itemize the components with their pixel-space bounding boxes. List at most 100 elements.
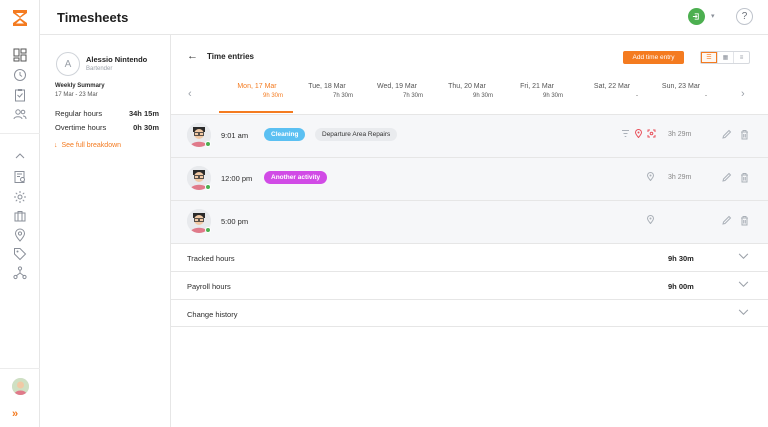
online-status-icon	[205, 227, 211, 233]
time-entry-row[interactable]: 12:00 pm Another activity 3h 29m	[171, 157, 768, 200]
add-time-entry-button[interactable]: Add time entry	[623, 51, 684, 64]
entry-time: 9:01 am	[221, 131, 249, 140]
chevron-down-icon[interactable]	[738, 309, 749, 318]
day-tab[interactable]: Tue, 18 Mar 7h 30m	[292, 83, 362, 99]
help-button[interactable]: ?	[736, 8, 753, 25]
location-icon[interactable]	[12, 227, 28, 243]
next-week-icon[interactable]: ›	[741, 88, 745, 100]
arrow-down-icon: ↓	[54, 142, 58, 149]
day-label: Mon, 17 Mar	[237, 83, 277, 90]
payroll-hours-label: Payroll hours	[187, 282, 231, 291]
day-label: Sun, 23 Mar	[661, 83, 701, 90]
day-tab[interactable]: Mon, 17 Mar 9h 30m	[222, 83, 292, 99]
day-hours: 9h 30m	[472, 93, 493, 99]
rail-divider	[0, 133, 40, 134]
day-tab[interactable]: Thu, 20 Mar 9h 30m	[432, 83, 502, 99]
payroll-hours-value: 9h 00m	[668, 282, 694, 291]
edit-icon[interactable]	[720, 171, 732, 183]
people-icon[interactable]	[12, 106, 28, 122]
clock-icon[interactable]	[12, 67, 28, 83]
filter-icon	[621, 129, 630, 138]
day-label: Sat, 22 Mar	[593, 83, 631, 90]
briefcase-icon[interactable]	[12, 208, 28, 224]
location-pin-icon	[646, 172, 655, 181]
change-history-section[interactable]: Change history	[171, 299, 768, 327]
expand-rail-button[interactable]: »	[12, 408, 18, 420]
previous-week-icon[interactable]: ‹	[188, 88, 192, 100]
trash-icon[interactable]	[738, 214, 750, 226]
clock-in-status-icon[interactable]	[688, 8, 705, 25]
dashboard-icon[interactable]	[12, 47, 28, 63]
day-hours: -	[636, 93, 638, 99]
day-tab[interactable]: Sun, 23 Mar -	[646, 83, 716, 99]
see-full-breakdown-link[interactable]: ↓ See full breakdown	[54, 142, 121, 149]
user-avatar[interactable]	[12, 378, 29, 395]
weekly-summary-panel: A Alessio Nintendo Bartender Weekly Summ…	[40, 35, 171, 427]
report-icon[interactable]	[12, 169, 28, 185]
location-pin-icon	[646, 215, 655, 224]
chevron-down-icon[interactable]: ▾	[711, 12, 715, 20]
time-entry-row[interactable]: 5:00 pm	[171, 200, 768, 243]
tracked-hours-section[interactable]: Tracked hours 9h 30m	[171, 243, 768, 271]
day-label: Thu, 20 Mar	[448, 83, 486, 90]
time-entry-row[interactable]: 9:01 am Cleaning Departure Area Repairs …	[171, 114, 768, 157]
trash-icon[interactable]	[738, 171, 750, 183]
entries-header: ← Time entries Add time entry ☰ ▦ ≡	[171, 35, 768, 79]
entry-time: 12:00 pm	[221, 174, 253, 183]
regular-hours-value: 34h 15m	[128, 109, 159, 118]
online-status-icon	[205, 184, 211, 190]
day-strip: ‹ Mon, 17 Mar 9h 30m Tue, 18 Mar 7h 30m We…	[171, 79, 768, 114]
timeline-view-icon[interactable]: ≡	[733, 52, 749, 63]
rail-divider	[0, 368, 40, 369]
day-tab[interactable]: Sat, 22 Mar -	[577, 83, 647, 99]
entry-duration: 3h 29m	[668, 174, 692, 181]
collapse-up-icon[interactable]	[12, 148, 28, 164]
activity-badge: Another activity	[264, 171, 328, 184]
regular-hours-row: Regular hours 34h 15m	[55, 109, 159, 118]
face-scan-icon	[647, 129, 656, 138]
time-entries-panel: ← Time entries Add time entry ☰ ▦ ≡ ‹ Mo…	[171, 35, 768, 427]
employee-avatar: A	[56, 52, 80, 76]
back-arrow-icon[interactable]: ←	[187, 50, 198, 62]
overtime-hours-row: Overtime hours 0h 30m	[55, 123, 159, 132]
tracked-hours-value: 9h 30m	[668, 254, 694, 263]
settings-icon[interactable]	[12, 189, 28, 205]
payroll-hours-section[interactable]: Payroll hours 9h 00m	[171, 271, 768, 299]
weekly-summary-title: Weekly Summary	[55, 83, 105, 89]
tracked-hours-label: Tracked hours	[187, 254, 235, 263]
breakdown-label: See full breakdown	[61, 142, 122, 149]
day-label: Fri, 21 Mar	[520, 83, 554, 90]
page-title: Timesheets	[57, 10, 129, 25]
trash-icon[interactable]	[738, 128, 750, 140]
employee-name: Alessio Nintendo	[86, 55, 148, 64]
online-status-icon	[205, 141, 211, 147]
entries-title: Time entries	[207, 52, 254, 61]
top-bar: Timesheets ▾ ?	[40, 0, 768, 35]
clipboard-icon[interactable]	[12, 87, 28, 103]
employee-role: Bartender	[86, 66, 113, 72]
active-day-indicator	[219, 111, 293, 113]
job-badge: Departure Area Repairs	[315, 128, 398, 141]
day-hours: -	[705, 93, 707, 99]
weekly-summary-range: 17 Mar - 23 Mar	[55, 92, 98, 98]
entry-duration: 3h 29m	[668, 131, 692, 138]
list-view-icon[interactable]: ☰	[701, 52, 717, 63]
chevron-down-icon[interactable]	[738, 253, 749, 262]
day-hours: 7h 30m	[402, 93, 423, 99]
day-label: Wed, 19 Mar	[377, 83, 417, 90]
day-tab[interactable]: Fri, 21 Mar 9h 30m	[502, 83, 572, 99]
day-hours: 9h 30m	[262, 93, 283, 99]
calendar-view-icon[interactable]: ▦	[717, 52, 733, 63]
day-hours: 9h 30m	[542, 93, 563, 99]
change-history-label: Change history	[187, 310, 238, 319]
entry-time: 5:00 pm	[221, 217, 249, 226]
edit-icon[interactable]	[720, 128, 732, 140]
edit-icon[interactable]	[720, 214, 732, 226]
tag-icon[interactable]	[12, 246, 28, 262]
network-icon[interactable]	[12, 265, 28, 281]
chevron-down-icon[interactable]	[738, 281, 749, 290]
app-logo-icon[interactable]	[11, 9, 29, 27]
icon-rail: »	[0, 0, 40, 427]
day-tab[interactable]: Wed, 19 Mar 7h 30m	[362, 83, 432, 99]
day-hours: 7h 30m	[332, 93, 353, 99]
